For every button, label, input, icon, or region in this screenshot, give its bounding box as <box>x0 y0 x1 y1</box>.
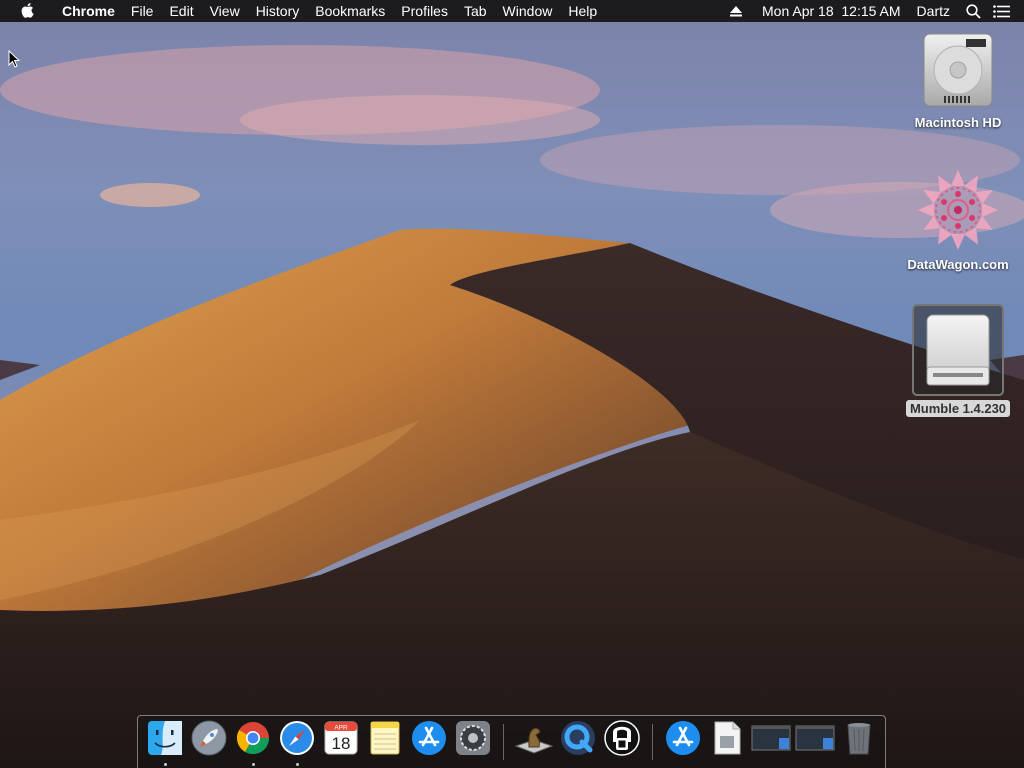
menu-window[interactable]: Window <box>495 0 561 22</box>
menu-tab[interactable]: Tab <box>456 0 495 22</box>
running-indicator <box>252 763 255 766</box>
desktop-icon-macintosh-hd[interactable]: Macintosh HD <box>903 30 1013 131</box>
gear-icon <box>456 721 490 755</box>
datawagon-logo-icon <box>918 170 998 250</box>
menubar-clock[interactable]: Mon Apr 18 12:15 AM <box>762 0 901 22</box>
running-indicator <box>296 763 299 766</box>
dock-screenshot-1[interactable] <box>751 720 791 764</box>
calendar-icon: APR 18 <box>324 721 358 755</box>
finder-icon <box>148 721 182 755</box>
dock-system-preferences[interactable] <box>453 720 493 764</box>
trash-icon <box>847 723 871 755</box>
dock: APR 18 <box>137 715 886 768</box>
menu-bookmarks[interactable]: Bookmarks <box>307 0 393 22</box>
apple-menu-icon[interactable] <box>19 0 37 22</box>
dock-chess[interactable] <box>514 720 554 764</box>
menubar-user[interactable]: Dartz <box>917 0 950 22</box>
menu-app-name[interactable]: Chrome <box>54 0 123 22</box>
desktop-icon-mumble-volume[interactable]: Mumble 1.4.230 <box>903 304 1013 417</box>
dock-notes[interactable] <box>365 720 405 764</box>
screenshot-thumbnail-icon <box>795 725 835 751</box>
launchpad-rocket-icon <box>191 720 227 756</box>
dock-separator <box>652 724 653 760</box>
chess-knight-icon <box>514 727 554 754</box>
mumble-logo-icon <box>604 720 640 756</box>
dock-app-store[interactable] <box>409 720 449 764</box>
chrome-icon <box>236 722 270 755</box>
dock-safari[interactable] <box>277 720 317 766</box>
dock-chrome[interactable] <box>233 720 273 766</box>
spotlight-search-icon[interactable] <box>966 3 981 19</box>
wallpaper-mojave-dunes <box>0 0 1024 768</box>
dock-trash[interactable] <box>839 720 879 764</box>
dock-screenshot-2[interactable] <box>795 720 835 764</box>
app-store-icon <box>412 721 446 755</box>
app-store-folder-icon <box>666 721 700 755</box>
eject-icon[interactable] <box>730 5 743 17</box>
dock-separator <box>503 724 504 760</box>
calendar-month-text: APR <box>334 725 348 732</box>
menu-history[interactable]: History <box>248 0 308 22</box>
safari-compass-icon <box>280 721 314 755</box>
mouse-pointer-icon <box>8 50 20 68</box>
dock-mumble[interactable] <box>602 720 642 764</box>
desktop: Chrome File Edit View History Bookmarks … <box>0 0 1024 768</box>
notification-center-icon[interactable] <box>993 4 1010 18</box>
notes-icon <box>370 721 400 755</box>
menu-bar: Chrome File Edit View History Bookmarks … <box>0 0 1024 22</box>
selection-highlight <box>912 304 1004 396</box>
desktop-icon-label: Macintosh HD <box>914 115 1002 130</box>
dock-calendar[interactable]: APR 18 <box>321 720 361 764</box>
menu-help[interactable]: Help <box>560 0 605 22</box>
removable-drive-icon <box>926 314 990 386</box>
document-icon <box>714 721 741 755</box>
desktop-icon-label: Mumble 1.4.230 <box>905 400 1011 417</box>
dock-quicktime[interactable] <box>558 720 598 764</box>
menu-view[interactable]: View <box>202 0 248 22</box>
dock-preview-document[interactable] <box>707 720 747 764</box>
screenshot-thumbnail-icon <box>751 725 791 751</box>
desktop-icon-label: DataWagon.com <box>907 257 1009 272</box>
menubar-status-area: Mon Apr 18 12:15 AM Dartz <box>724 0 1024 22</box>
dock-app-store-downloads[interactable] <box>663 720 703 764</box>
hard-drive-icon <box>923 33 993 107</box>
quicktime-icon <box>561 721 595 755</box>
dock-finder[interactable] <box>145 720 185 766</box>
calendar-day-text: 18 <box>332 734 351 753</box>
desktop-icon-datawagon[interactable]: DataWagon.com <box>903 168 1013 273</box>
running-indicator <box>164 763 167 766</box>
menu-edit[interactable]: Edit <box>161 0 201 22</box>
dock-launchpad[interactable] <box>189 720 229 764</box>
menu-profiles[interactable]: Profiles <box>393 0 456 22</box>
menu-file[interactable]: File <box>123 0 162 22</box>
